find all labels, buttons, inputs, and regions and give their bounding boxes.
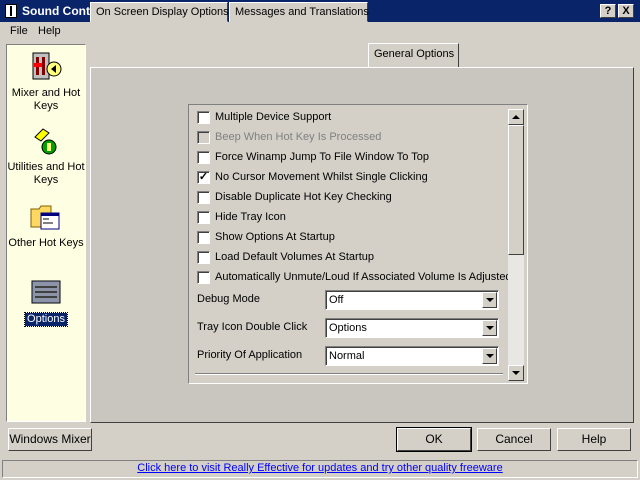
mixer-icon — [29, 51, 63, 83]
sidebar-item-utilities-hot-keys[interactable]: Utilities and Hot Keys — [7, 125, 85, 187]
app-icon[interactable] — [5, 4, 17, 18]
checkbox[interactable] — [197, 231, 210, 244]
option-label: Multiple Device Support — [215, 111, 332, 123]
debug-mode-value: Off — [329, 294, 344, 306]
help-question-button[interactable]: ? — [600, 4, 616, 18]
sidebar-item-mixer-hot-keys[interactable]: Mixer and Hot Keys — [7, 51, 85, 113]
vertical-scrollbar[interactable] — [508, 109, 524, 381]
windows-mixer-button[interactable]: Windows Mixer — [8, 428, 92, 451]
sidebar-item-label: Other Hot Keys — [8, 237, 84, 249]
tab-messages-translations[interactable]: Messages and Translations — [229, 2, 369, 22]
status-bar: Click here to visit Really Effective for… — [2, 460, 638, 478]
option-label: Hide Tray Icon — [215, 211, 286, 223]
checkbox[interactable] — [197, 151, 210, 164]
priority-value: Normal — [329, 350, 365, 362]
divider — [195, 373, 503, 375]
tray-double-click-select[interactable]: Options — [325, 318, 499, 338]
scroll-thumb[interactable] — [508, 125, 524, 255]
help-button[interactable]: Help — [557, 428, 631, 451]
tray-double-click-label: Tray Icon Double Click — [197, 321, 308, 333]
checkbox[interactable] — [197, 191, 210, 204]
option-label: Beep When Hot Key Is Processed — [215, 131, 382, 143]
chevron-down-icon[interactable] — [482, 348, 497, 364]
scroll-down-button[interactable] — [508, 365, 524, 381]
debug-mode-label: Debug Mode — [197, 293, 260, 305]
scroll-up-button[interactable] — [508, 109, 524, 125]
ok-button[interactable]: OK — [396, 427, 472, 452]
priority-select[interactable]: Normal — [325, 346, 499, 366]
priority-row: Priority Of Application Normal — [197, 346, 501, 366]
sidebar-item-label: Options — [24, 312, 68, 327]
tab-on-screen-display[interactable]: On Screen Display Options — [90, 2, 229, 22]
options-scroll-area[interactable]: Multiple Device Support Beep When Hot Ke… — [188, 104, 528, 384]
tray-double-click-value: Options — [329, 322, 367, 334]
option-label: Load Default Volumes At Startup — [215, 251, 374, 263]
tab-general-options[interactable]: General Options — [368, 43, 459, 67]
options-icon — [29, 277, 63, 309]
close-button[interactable]: X — [618, 4, 634, 18]
utilities-icon — [29, 125, 63, 157]
sidebar-item-label: Mixer and Hot Keys — [11, 87, 81, 112]
chevron-down-icon[interactable] — [482, 292, 497, 308]
debug-mode-select[interactable]: Off — [325, 290, 499, 310]
debug-mode-row: Debug Mode Off — [197, 290, 501, 310]
sidebar: Mixer and Hot Keys Utilities and Hot Key… — [6, 44, 86, 422]
cancel-button[interactable]: Cancel — [477, 428, 551, 451]
chevron-down-icon[interactable] — [482, 320, 497, 336]
priority-label: Priority Of Application — [197, 349, 303, 361]
checkbox-checked[interactable]: ✓ — [197, 171, 210, 184]
sidebar-item-other-hot-keys[interactable]: Other Hot Keys — [7, 201, 85, 250]
option-label: Force Winamp Jump To File Window To Top — [215, 151, 429, 163]
checkbox — [197, 131, 210, 144]
option-label: No Cursor Movement Whilst Single Clickin… — [215, 171, 428, 183]
checkbox[interactable] — [197, 271, 210, 284]
menu-file[interactable]: File — [10, 25, 28, 37]
option-label: Show Options At Startup — [215, 231, 335, 243]
sidebar-item-options[interactable]: Options — [7, 277, 85, 327]
sidebar-item-label: Utilities and Hot Keys — [7, 161, 85, 186]
menu-bar: File Help — [0, 22, 640, 42]
tray-double-click-row: Tray Icon Double Click Options — [197, 318, 501, 338]
option-label: Disable Duplicate Hot Key Checking — [215, 191, 392, 203]
folder-window-icon — [29, 201, 63, 233]
checkbox[interactable] — [197, 111, 210, 124]
menu-help[interactable]: Help — [38, 25, 61, 37]
checkbox[interactable] — [197, 251, 210, 264]
checkbox[interactable] — [197, 211, 210, 224]
website-link[interactable]: Click here to visit Really Effective for… — [137, 462, 502, 474]
option-label: Automatically Unmute/Loud If Associated … — [215, 271, 512, 283]
